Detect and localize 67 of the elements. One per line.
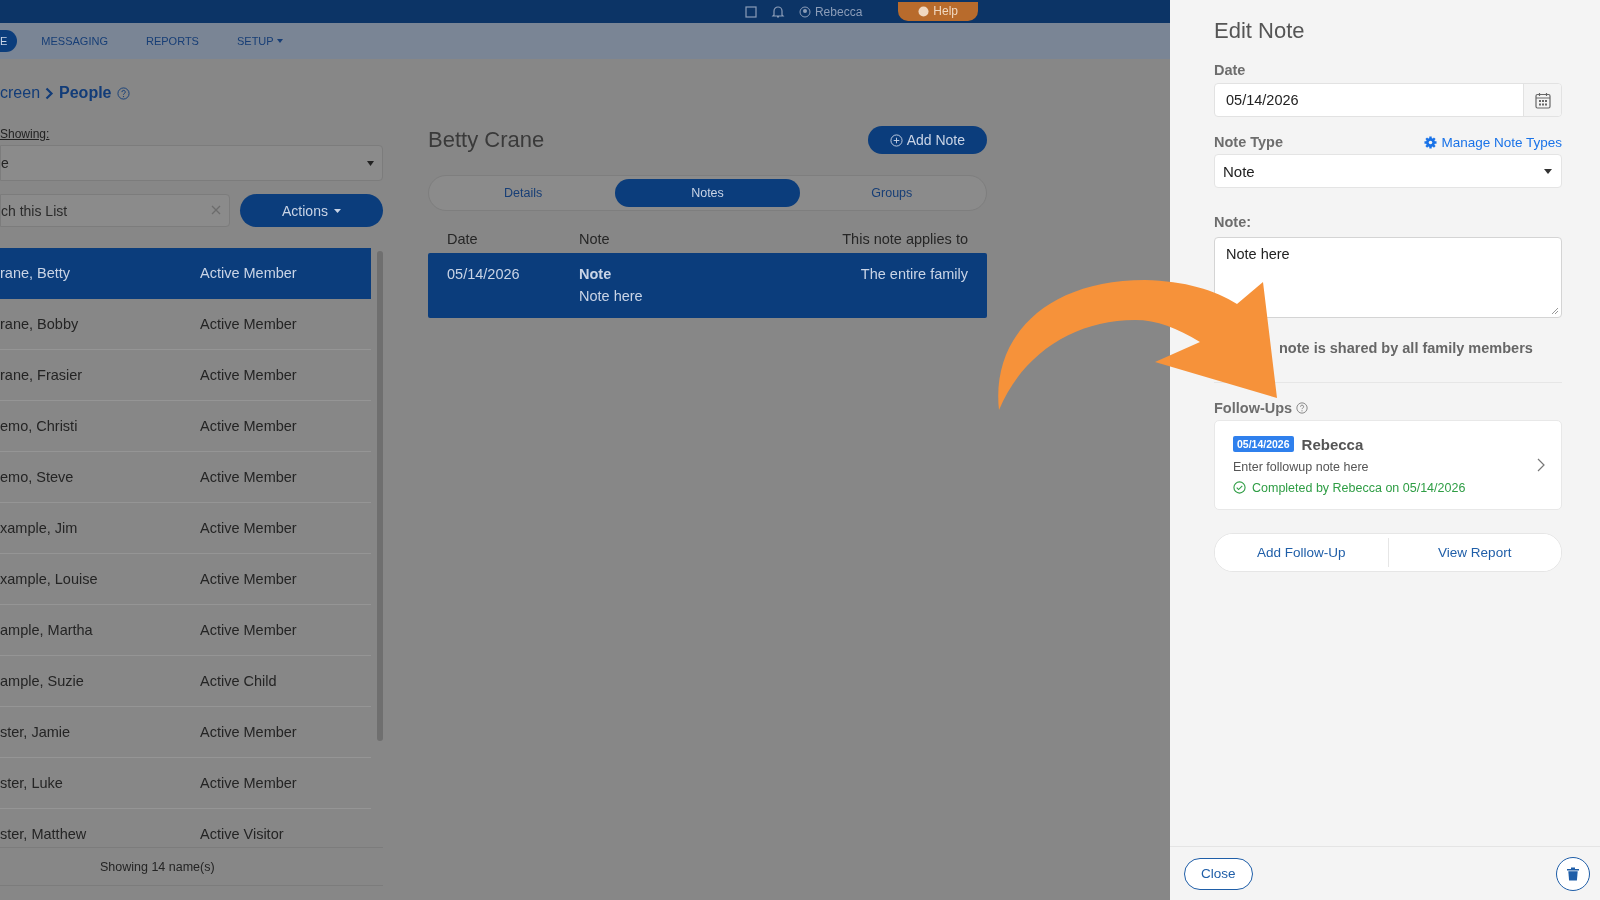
column-header: Note: [579, 231, 611, 247]
person-name: Betty Crane: [428, 127, 545, 153]
list-row[interactable]: rane, Bobby Active Member: [0, 299, 371, 350]
panel-title: Edit Note: [1214, 18, 1306, 45]
section-label: Follow-Ups: [1214, 400, 1293, 416]
plus-circle-icon: [889, 133, 903, 147]
nav-item[interactable]: E: [0, 30, 18, 52]
caret-icon: [333, 208, 341, 213]
help-button[interactable]: Help: [898, 2, 978, 21]
tab[interactable]: Notes: [615, 179, 800, 207]
field-label: Note Type: [1214, 134, 1284, 150]
list-row[interactable]: xample, Jim Active Member: [0, 503, 371, 554]
field-label: Note:: [1214, 214, 1253, 230]
bell-icon: [770, 4, 785, 19]
list-row[interactable]: emo, Steve Active Member: [0, 452, 371, 503]
close-button[interactable]: Close: [1184, 857, 1253, 890]
square-icon: [744, 5, 757, 18]
settings-icon: [1424, 136, 1438, 149]
list-row[interactable]: xample, Louise Active Member: [0, 554, 371, 605]
check-circle-icon: [1233, 481, 1246, 494]
list-row[interactable]: rane, Frasier Active Member: [0, 350, 371, 401]
actions-button[interactable]: Actions: [240, 194, 383, 227]
chevron-right-icon: [1537, 458, 1545, 472]
completion-status: Completed by Rebecca on 05/14/2026: [1252, 480, 1466, 495]
date-field[interactable]: 05/14/2026: [1214, 83, 1562, 117]
delete-button[interactable]: [1556, 856, 1590, 891]
date-badge: 05/14/2026: [1233, 436, 1294, 452]
note-type-select[interactable]: Note: [1214, 154, 1562, 188]
scrollbar[interactable]: [377, 251, 383, 741]
breadcrumb-current: People: [59, 84, 112, 102]
assignee-name: Rebecca: [1301, 435, 1364, 453]
field-label: Date: [1214, 62, 1247, 78]
list-row[interactable]: rane, Betty Active Member: [0, 248, 371, 299]
manage-note-types-link[interactable]: Manage Note Types: [1424, 135, 1562, 150]
breadcrumb-link[interactable]: creen: [0, 84, 41, 102]
user-icon: [798, 5, 811, 18]
chevron-right-icon: [45, 86, 55, 100]
caret-icon: [1544, 168, 1552, 174]
follow-up-card[interactable]: 05/14/2026 Rebecca Enter followup note here Completed by Rebecca on 05/14/2026: [1214, 420, 1562, 510]
list-row[interactable]: ample, Martha Active Member: [0, 605, 371, 656]
list-row[interactable]: emo, Christi Active Member: [0, 401, 371, 452]
nav-item[interactable]: MESSAGING: [22, 30, 127, 52]
tab[interactable]: Groups: [799, 179, 984, 207]
add-note-button[interactable]: Add Note: [867, 126, 987, 154]
shared-note-text: note is shared by all family members: [1278, 340, 1534, 356]
caret-icon: [367, 160, 374, 166]
list-count: Showing 14 name(s): [100, 859, 215, 874]
note-textarea[interactable]: Note here: [1214, 237, 1562, 318]
follow-up-note: Enter followup note here: [1233, 459, 1370, 474]
note-row[interactable]: 05/14/2026 Note Note here The entire family: [428, 253, 987, 318]
column-header: Date: [447, 231, 479, 247]
nav-item[interactable]: REPORTS: [126, 30, 218, 52]
nav-item[interactable]: SETUP: [217, 30, 302, 52]
filter-select[interactable]: e: [0, 145, 383, 181]
resize-grip-icon: [1551, 307, 1559, 315]
user-name[interactable]: Rebecca: [814, 4, 863, 19]
search-field[interactable]: ch this List: [0, 194, 230, 227]
caret-icon: [276, 39, 283, 43]
list-row[interactable]: ster, Luke Active Member: [0, 758, 371, 809]
list-row[interactable]: ample, Suzie Active Child: [0, 656, 371, 707]
list-row[interactable]: ster, Jamie Active Member: [0, 707, 371, 758]
calendar-icon[interactable]: [1534, 91, 1551, 109]
column-header: This note applies to: [842, 231, 968, 247]
list-row[interactable]: ster, Matthew Active Visitor: [0, 809, 371, 847]
trash-icon: [1567, 866, 1579, 881]
showing-label: Showing:: [0, 127, 51, 141]
tab[interactable]: Details: [431, 179, 616, 207]
